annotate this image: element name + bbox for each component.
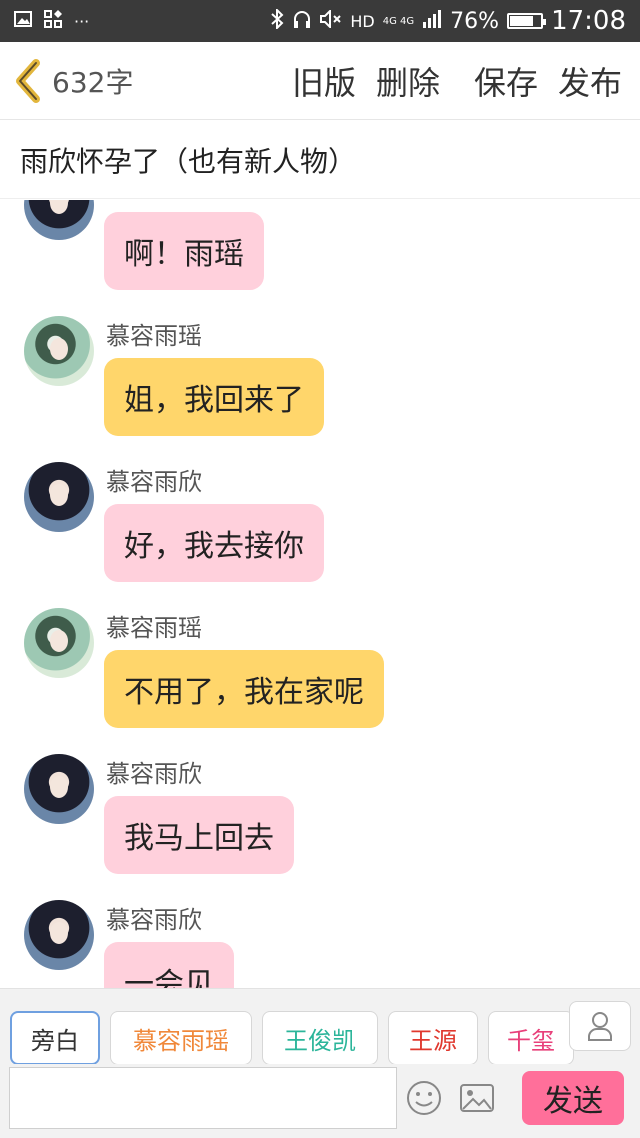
battery-icon <box>507 13 547 29</box>
speaker-name: 慕容雨欣 <box>106 906 202 934</box>
message-bubble[interactable]: 啊！雨瑶 <box>104 212 264 290</box>
headset-icon <box>292 9 312 33</box>
story-title[interactable]: 雨欣怀孕了（也有新人物） <box>0 121 640 199</box>
character-chip-qianxi[interactable]: 千玺 <box>488 1011 574 1065</box>
word-count: 632字 <box>52 65 134 99</box>
character-chip-label: 慕容雨瑶 <box>133 1026 229 1055</box>
image-button[interactable] <box>457 1078 497 1118</box>
back-button[interactable]: 632字 <box>10 57 133 105</box>
message-bubble[interactable]: 不用了，我在家呢 <box>104 650 384 728</box>
character-chip-label: 王源 <box>409 1026 457 1055</box>
person-icon <box>588 1012 612 1041</box>
chat-area[interactable]: 啊！雨瑶 慕容雨瑶 姐，我回来了 慕容雨欣 好，我去接你 慕容雨瑶 不用了，我在… <box>0 200 640 988</box>
editor-toolbar: 632字 旧版 删除 保存 发布 <box>0 42 640 120</box>
avatar <box>24 608 94 678</box>
delete-button[interactable]: 删除 <box>376 58 440 104</box>
avatar <box>24 462 94 532</box>
apps-icon <box>44 10 62 32</box>
publish-button[interactable]: 发布 <box>558 58 622 104</box>
network-label: HD <box>350 11 375 31</box>
signal-icon <box>422 10 442 32</box>
message-bubble[interactable]: 我马上回去 <box>104 796 294 874</box>
character-chip-label: 旁白 <box>31 1026 79 1055</box>
more-icon: ··· <box>74 11 90 31</box>
message-bubble[interactable]: 一会见 <box>104 942 234 988</box>
image-icon <box>460 1084 494 1112</box>
avatar <box>24 200 94 240</box>
network-type: 4G 4G <box>382 15 415 27</box>
clock: 17:08 <box>551 6 626 36</box>
emoji-button[interactable] <box>404 1078 444 1118</box>
character-chip-wangyuan[interactable]: 王源 <box>388 1011 478 1065</box>
save-button[interactable]: 保存 <box>474 58 538 104</box>
message-input[interactable] <box>9 1067 397 1129</box>
character-chip-wangjunkai[interactable]: 王俊凯 <box>262 1011 378 1065</box>
status-bar: ··· HD 4G 4G 76% 17:08 <box>0 0 640 42</box>
smiley-icon <box>407 1081 441 1115</box>
chevron-left-icon <box>16 58 40 103</box>
avatar <box>24 754 94 824</box>
message-bubble[interactable]: 姐，我回来了 <box>104 358 324 436</box>
speaker-name: 慕容雨瑶 <box>106 322 202 350</box>
avatar <box>24 900 94 970</box>
message-bubble[interactable]: 好，我去接你 <box>104 504 324 582</box>
avatar <box>24 316 94 386</box>
speaker-name: 慕容雨欣 <box>106 468 202 496</box>
speaker-name: 慕容雨瑶 <box>106 614 202 642</box>
bluetooth-icon <box>270 7 284 33</box>
speaker-name: 慕容雨欣 <box>106 760 202 788</box>
character-chip-narration[interactable]: 旁白 <box>10 1011 100 1065</box>
image-icon <box>14 11 32 31</box>
mute-icon <box>320 8 342 32</box>
message-composer: 发送 <box>0 1064 640 1138</box>
character-chip-label: 千玺 <box>507 1026 555 1055</box>
add-character-button[interactable] <box>569 1001 631 1051</box>
character-chip-label: 王俊凯 <box>284 1026 356 1055</box>
battery-percent: 76% <box>450 8 500 34</box>
send-button[interactable]: 发送 <box>522 1071 624 1125</box>
character-chip-muronyuyao[interactable]: 慕容雨瑶 <box>110 1011 252 1065</box>
old-version-button[interactable]: 旧版 <box>292 58 356 104</box>
